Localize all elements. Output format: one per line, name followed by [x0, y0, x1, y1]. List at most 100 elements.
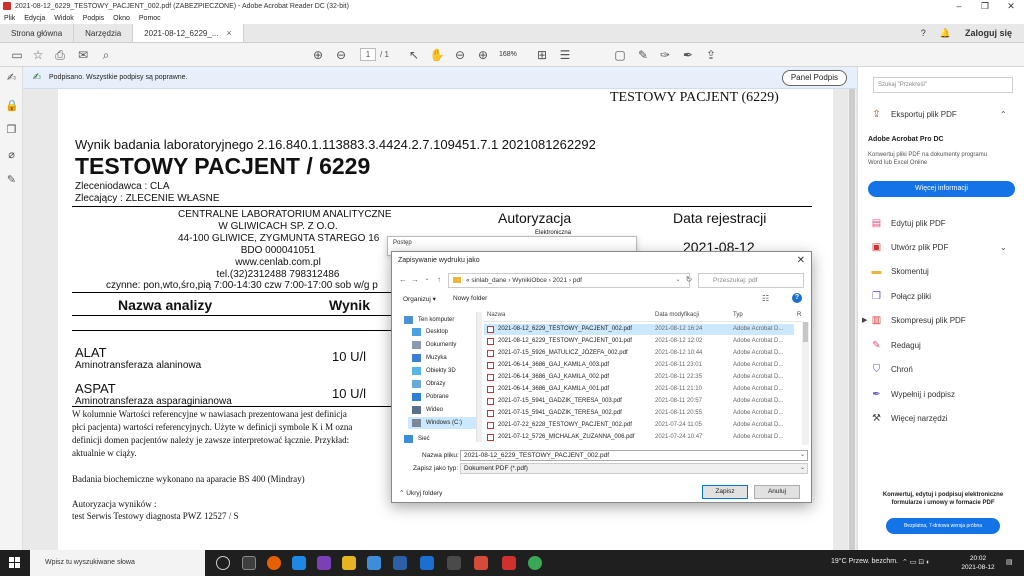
page-up-icon[interactable]: ⊕	[310, 47, 326, 63]
signature-icon[interactable]: ✎	[5, 174, 18, 187]
file-row[interactable]: 2021-06-14_3686_GAJ_KAMILA_002.pdf 2021-0…	[484, 372, 794, 383]
minimize-button[interactable]: –	[946, 0, 972, 12]
file-row[interactable]: 2021-07-22_6228_TESTOWY_PACJENT_002.pdf 2…	[484, 420, 794, 431]
taskbar-app-icon[interactable]	[242, 556, 256, 570]
file-explorer-icon[interactable]	[342, 556, 356, 570]
tree-documents[interactable]: Dokumenty	[412, 339, 456, 351]
tool-comment[interactable]: ▬ Skomentuj	[870, 264, 929, 278]
save-button[interactable]: Zapisz	[702, 485, 748, 499]
weather-status[interactable]: 19°C Przew. bezchm.	[831, 558, 898, 565]
signature-panel-button[interactable]: Panel Podpis	[781, 70, 847, 86]
document-scrollbar[interactable]	[848, 89, 856, 554]
file-row[interactable]: 2021-08-12_6229_TESTOWY_PACJENT_002.pdf 2…	[484, 324, 794, 335]
email-icon[interactable]: ✉	[75, 47, 91, 63]
tree-music[interactable]: Muzyka	[412, 352, 447, 364]
tool-edit-pdf[interactable]: ▤ Edytuj plik PDF	[870, 216, 946, 230]
back-arrow-icon[interactable]: ←	[398, 275, 408, 284]
col-name[interactable]: Nazwa	[487, 312, 505, 318]
pages-icon[interactable]: ❐	[5, 124, 18, 137]
tool-compress[interactable]: ▥ Skompresuj plik PDF	[870, 313, 966, 327]
windows-start-icon[interactable]	[9, 557, 21, 569]
save-icon[interactable]: ▭	[9, 47, 25, 63]
address-bar[interactable]: « sinlab_dane › WynikiObce › 2021 › pdf	[448, 273, 690, 288]
taskbar-app-icon[interactable]	[420, 556, 434, 570]
taskbar-app-icon[interactable]	[393, 556, 407, 570]
zoom-level[interactable]: 168%	[499, 48, 531, 61]
collapse-right-icon[interactable]: ▶	[862, 316, 867, 324]
zoom-in-icon[interactable]: ⊕	[475, 47, 491, 63]
file-row[interactable]: 2021-07-12_5726_MICHALAK_ZUZANNA_006.pdf…	[484, 432, 794, 443]
share-icon[interactable]: ⇪	[703, 47, 719, 63]
taskbar-app-icon[interactable]	[474, 556, 488, 570]
notifications-icon[interactable]: 🔔	[940, 28, 951, 39]
col-date[interactable]: Data modyfikacji	[655, 312, 699, 318]
scrollbar-thumb[interactable]	[849, 89, 855, 554]
tab-home[interactable]: Strona główna	[0, 24, 75, 42]
draw-icon[interactable]: ✑	[657, 47, 673, 63]
bookmark-star-icon[interactable]: ☆	[30, 47, 46, 63]
taskbar-app-icon[interactable]	[367, 556, 381, 570]
lock-icon[interactable]: 🔒	[5, 100, 19, 113]
cancel-button[interactable]: Anuluj	[754, 485, 800, 499]
address-dropdown-icon[interactable]: ⌄	[673, 276, 683, 283]
file-row[interactable]: 2021-06-14_3686_GAJ_KAMILA_001.pdf 2021-0…	[484, 384, 794, 395]
chevron-down-icon[interactable]: ⌄	[422, 275, 432, 282]
refresh-icon[interactable]: ↻	[684, 275, 694, 284]
login-link[interactable]: Zaloguj się	[965, 28, 1012, 38]
page-number-input[interactable]: 1	[360, 48, 376, 61]
free-trial-button[interactable]: Bezpłatna, 7-dniowa wersja próbna	[886, 518, 1000, 534]
menu-file[interactable]: Plik	[4, 15, 15, 22]
menu-help[interactable]: Pomoc	[139, 15, 161, 22]
tab-document[interactable]: 2021-08-12_6229_... ×	[133, 24, 244, 42]
taskbar-search-input[interactable]: Wpisz tu wyszukiwane słowa	[30, 550, 205, 576]
maximize-button[interactable]: ❐	[972, 0, 998, 12]
task-view-icon[interactable]	[216, 556, 230, 570]
organize-button[interactable]: Organizuj ▾	[403, 295, 436, 303]
chevron-down-icon[interactable]: ⌄	[800, 464, 805, 473]
tree-pictures[interactable]: Obrazy	[412, 378, 445, 390]
folder-search-input[interactable]: Przeszukaj: pdf	[698, 273, 804, 288]
acrobat-taskbar-icon[interactable]	[502, 556, 516, 570]
tool-more[interactable]: ⚒ Więcej narzędzi	[870, 411, 947, 425]
file-row[interactable]: 2021-07-15_5926_MATULICZ_JÓZEFA_002.pdf 2…	[484, 348, 794, 359]
signature-panel-icon[interactable]: ✍	[5, 72, 18, 85]
tools-search-input[interactable]: Szukaj "Przekreśl"	[873, 77, 1013, 93]
hand-tool-icon[interactable]: ✋	[429, 47, 445, 63]
scrollbar-thumb[interactable]	[803, 322, 808, 342]
comment-icon[interactable]: ▢	[612, 47, 628, 63]
file-row[interactable]: 2021-06-14_3686_GAJ_KAMILA_003.pdf 2021-0…	[484, 360, 794, 371]
new-folder-button[interactable]: Nowy folder	[453, 295, 487, 302]
tool-create-pdf[interactable]: ▣ Utwórz plik PDF ⌄	[870, 240, 1007, 254]
more-info-button[interactable]: Więcej informacji	[868, 181, 1015, 197]
tool-redact[interactable]: ✎ Redaguj	[870, 338, 921, 352]
scroll-mode-icon[interactable]: ☰	[557, 47, 573, 63]
file-row[interactable]: 2021-08-12_6229_TESTOWY_PACJENT_001.pdf 2…	[484, 336, 794, 347]
notifications-icon[interactable]: ▤	[1006, 558, 1013, 566]
close-window-button[interactable]: ✕	[998, 0, 1024, 12]
file-list-scrollbar[interactable]	[802, 322, 809, 445]
chevron-up-icon[interactable]: ⌃	[1000, 110, 1007, 119]
tool-fill-sign[interactable]: ✒ Wypełnij i podpisz	[870, 387, 955, 401]
firefox-icon[interactable]	[267, 556, 281, 570]
menu-edit[interactable]: Edycja	[24, 15, 45, 22]
close-tab-icon[interactable]: ×	[226, 28, 231, 38]
menu-view[interactable]: Widok	[54, 15, 73, 22]
tree-videos[interactable]: Wideo	[412, 404, 443, 416]
taskbar-app-icon[interactable]	[447, 556, 461, 570]
tree-windows-c[interactable]: Windows (C:)	[408, 417, 480, 429]
tab-tools[interactable]: Narzędzia	[74, 24, 134, 42]
file-row[interactable]: 2021-07-15_5941_GADZIK_TERESA_002.pdf 202…	[484, 408, 794, 419]
search-icon[interactable]: ⌕	[98, 47, 114, 63]
menu-window[interactable]: Okno	[113, 15, 130, 22]
page-down-icon[interactable]: ⊖	[333, 47, 349, 63]
zoom-out-icon[interactable]: ⊖	[452, 47, 468, 63]
visual-studio-icon[interactable]	[317, 556, 331, 570]
highlight-icon[interactable]: ✎	[635, 47, 651, 63]
up-arrow-icon[interactable]: ↑	[434, 275, 444, 284]
hide-folders-toggle[interactable]: ⌃ Ukryj foldery	[399, 489, 442, 497]
tree-3d-objects[interactable]: Obiekty 3D	[412, 365, 456, 377]
tree-downloads[interactable]: Pobrane	[412, 391, 449, 403]
print-icon[interactable]: ⎙	[52, 47, 68, 63]
chevron-down-icon[interactable]: ⌄	[1000, 243, 1007, 252]
select-cursor-icon[interactable]: ↖	[406, 47, 422, 63]
